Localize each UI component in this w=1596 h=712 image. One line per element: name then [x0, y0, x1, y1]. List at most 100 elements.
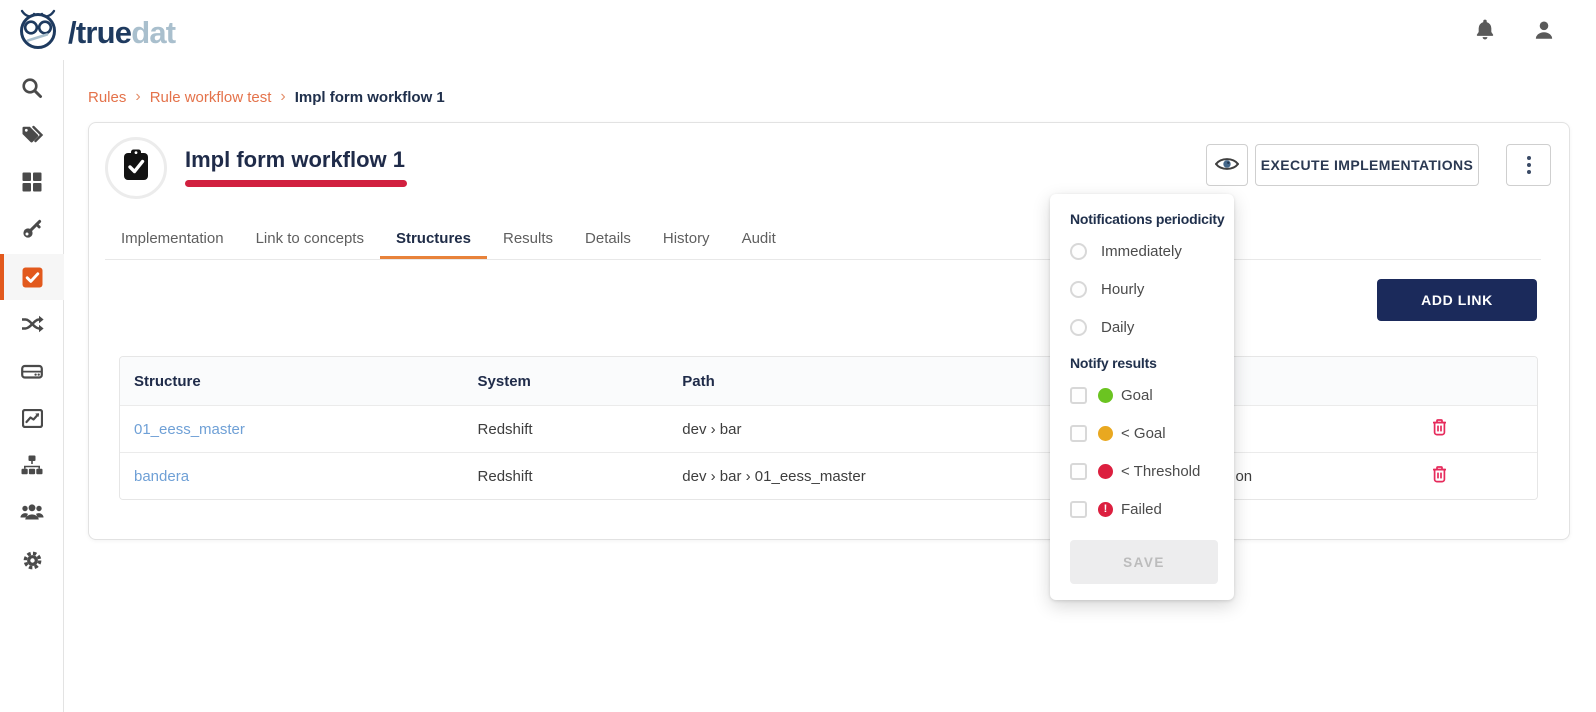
implementation-type-badge — [105, 137, 167, 199]
save-button[interactable]: SAVE — [1070, 540, 1218, 584]
tab-audit[interactable]: Audit — [726, 218, 792, 259]
tab-results[interactable]: Results — [487, 218, 569, 259]
sidebar-item-dashboards[interactable] — [0, 159, 64, 205]
page-title: Impl form workflow 1 — [185, 147, 405, 173]
checkbox-icon[interactable] — [1070, 387, 1087, 404]
main-content: Rules › Rule workflow test › Impl form w… — [64, 0, 1596, 712]
checkbox-option-lt-goal[interactable]: < Goal — [1070, 414, 1218, 452]
chart-line-icon — [22, 409, 43, 428]
breadcrumb-link-rules[interactable]: Rules — [88, 89, 126, 106]
breadcrumb-link-rule-workflow-test[interactable]: Rule workflow test — [150, 89, 272, 106]
breadcrumb: Rules › Rule workflow test › Impl form w… — [88, 88, 445, 106]
column-header-system: System — [464, 373, 669, 390]
breadcrumb-separator: › — [280, 88, 285, 106]
more-options-button[interactable] — [1506, 144, 1551, 186]
radio-option-immediately[interactable]: Immediately — [1070, 232, 1218, 270]
tab-implementation[interactable]: Implementation — [105, 218, 240, 259]
system-cell: Redshift — [464, 468, 669, 485]
clipboard-check-icon — [121, 149, 151, 187]
checkbox-option-failed[interactable]: ! Failed — [1070, 490, 1218, 528]
hard-drive-icon — [21, 362, 43, 381]
structures-table: Structure System Path 01_eess_master Red… — [119, 356, 1538, 500]
breadcrumb-separator: › — [135, 88, 140, 106]
table-row: bandera Redshift dev › bar › 01_eess_mas… — [120, 452, 1537, 499]
checkbox-label: < Goal — [1121, 425, 1166, 442]
sidebar-item-settings[interactable] — [0, 537, 64, 583]
topbar: /truedat — [0, 0, 1596, 60]
checkbox-label: Goal — [1121, 387, 1153, 404]
shuffle-icon — [21, 314, 44, 334]
periodicity-title: Notifications periodicity — [1070, 208, 1218, 230]
tab-bar: Implementation Link to concepts Structur… — [105, 218, 1541, 260]
system-cell: Redshift — [464, 421, 669, 438]
structure-link[interactable]: bandera — [134, 468, 189, 485]
tags-icon — [21, 125, 44, 145]
app-root: /truedat — [0, 0, 1596, 712]
brand-true-text: /true — [68, 15, 131, 50]
radio-circle-icon[interactable] — [1070, 319, 1087, 336]
sidebar — [0, 60, 64, 712]
tab-history[interactable]: History — [647, 218, 726, 259]
delete-link-button[interactable] — [1426, 461, 1453, 491]
checkbox-label: Failed — [1121, 501, 1162, 518]
failed-exclamation-icon: ! — [1098, 502, 1113, 517]
sitemap-icon — [21, 455, 43, 475]
title-underline — [185, 180, 407, 187]
breadcrumb-current: Impl form workflow 1 — [295, 89, 445, 106]
radio-option-daily[interactable]: Daily — [1070, 308, 1218, 346]
trash-icon — [1430, 465, 1449, 487]
checkbox-icon[interactable] — [1070, 463, 1087, 480]
delete-link-button[interactable] — [1426, 414, 1453, 444]
table-row: 01_eess_master Redshift dev › bar — [120, 405, 1537, 452]
sidebar-item-tags[interactable] — [0, 112, 64, 158]
lt-goal-dot-icon — [1098, 426, 1113, 441]
sidebar-item-charts[interactable] — [0, 395, 64, 441]
tab-details[interactable]: Details — [569, 218, 647, 259]
tab-link-to-concepts[interactable]: Link to concepts — [240, 218, 380, 259]
column-header-structure: Structure — [120, 373, 464, 390]
sidebar-item-lineage[interactable] — [0, 301, 64, 347]
notify-results-title: Notify results — [1070, 352, 1218, 374]
checkbox-icon[interactable] — [1070, 501, 1087, 518]
preview-eye-button[interactable] — [1206, 144, 1248, 186]
checkbox-icon[interactable] — [1070, 425, 1087, 442]
radio-label: Immediately — [1101, 243, 1182, 260]
radio-circle-icon[interactable] — [1070, 243, 1087, 260]
sidebar-item-quality-rules[interactable] — [0, 254, 64, 300]
goal-dot-icon — [1098, 388, 1113, 403]
notifications-popover: Notifications periodicity Immediately Ho… — [1050, 194, 1234, 600]
checkbox-option-lt-threshold[interactable]: < Threshold — [1070, 452, 1218, 490]
radio-circle-icon[interactable] — [1070, 281, 1087, 298]
checkbox-option-goal[interactable]: Goal — [1070, 376, 1218, 414]
sidebar-item-taxonomy[interactable] — [0, 442, 64, 488]
eye-icon — [1215, 156, 1239, 175]
implementation-card: Impl form workflow 1 EXECUTE IMPLEMENTAT… — [88, 122, 1570, 540]
add-link-button[interactable]: ADD LINK — [1377, 279, 1537, 321]
sidebar-item-permissions[interactable] — [0, 206, 64, 252]
check-square-icon — [22, 267, 43, 288]
notifications-bell-icon[interactable] — [1472, 17, 1498, 43]
search-icon — [21, 77, 43, 99]
tab-structures[interactable]: Structures — [380, 218, 487, 259]
lt-threshold-dot-icon — [1098, 464, 1113, 479]
brand-logo[interactable]: /truedat — [14, 7, 175, 58]
trash-icon — [1430, 418, 1449, 440]
radio-option-hourly[interactable]: Hourly — [1070, 270, 1218, 308]
execute-implementations-button[interactable]: EXECUTE IMPLEMENTATIONS — [1255, 144, 1479, 186]
structure-link[interactable]: 01_eess_master — [134, 421, 245, 438]
key-icon — [22, 219, 42, 239]
sidebar-item-search[interactable] — [0, 65, 64, 111]
clipped-cell: on — [1227, 468, 1342, 485]
checkbox-label: < Threshold — [1121, 463, 1200, 480]
owl-logo-icon — [14, 7, 68, 58]
table-header-row: Structure System Path — [120, 357, 1537, 405]
sidebar-item-systems[interactable] — [0, 348, 64, 394]
brand-text: /truedat — [68, 10, 175, 56]
gear-icon — [22, 550, 43, 571]
radio-label: Daily — [1101, 319, 1134, 336]
radio-label: Hourly — [1101, 281, 1144, 298]
user-profile-icon[interactable] — [1531, 17, 1557, 43]
sidebar-item-groups[interactable] — [0, 489, 64, 535]
grid-icon — [22, 172, 42, 192]
users-icon — [20, 503, 44, 521]
